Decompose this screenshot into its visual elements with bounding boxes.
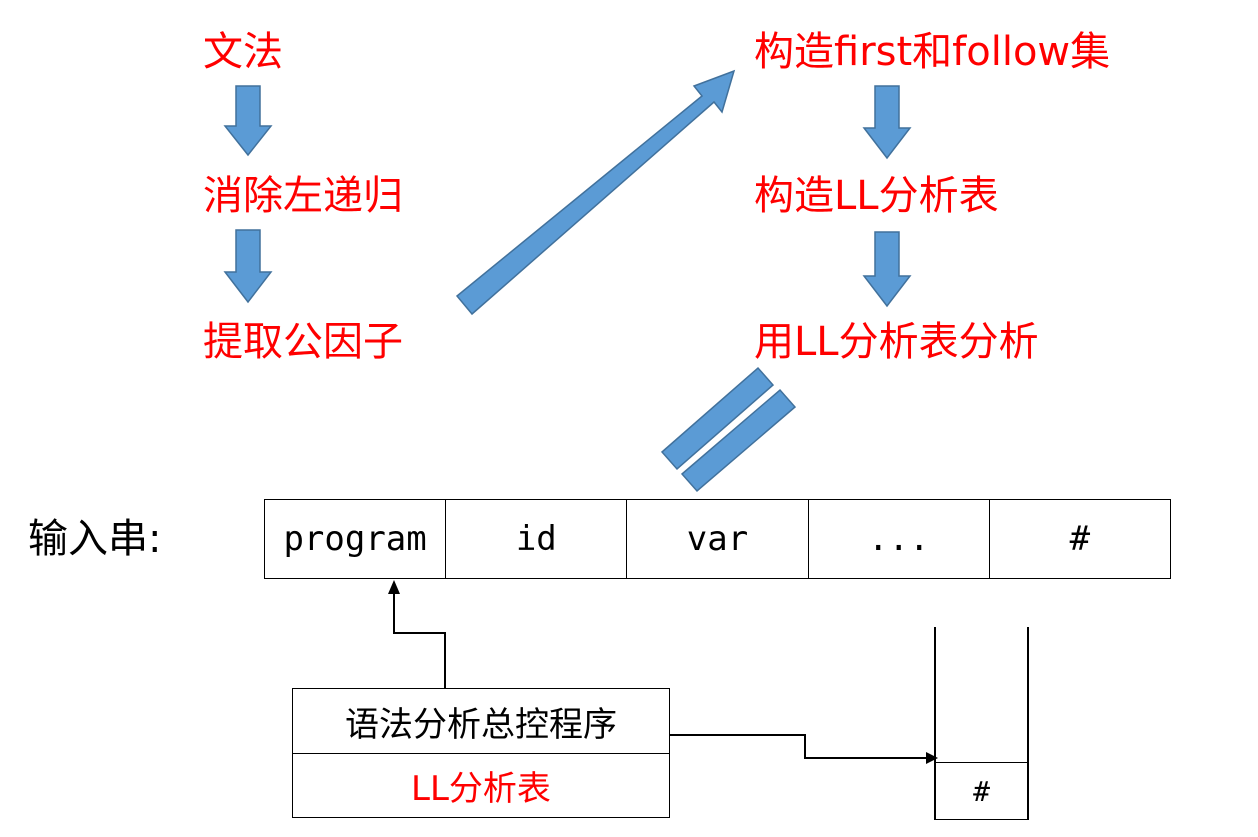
step-build-ll-table: 构造LL分析表 [754, 173, 999, 219]
down-arrow-recursion-to-factor [223, 229, 273, 304]
step-extract-common-factor: 提取公因子 [203, 319, 403, 365]
stack-connector-line [670, 734, 928, 759]
stack-bottom-cell: # [935, 762, 1028, 820]
down-arrow-grammar-to-recursion [223, 85, 273, 157]
input-tape: program id var ... # [264, 499, 1171, 579]
tape-cell: # [988, 500, 1170, 578]
down-arrow-firstfollow-to-table [862, 85, 912, 160]
parser-controller-box: 语法分析总控程序 LL分析表 [292, 688, 670, 818]
read-pointer-line [393, 592, 446, 688]
step-build-first-follow: 构造first和follow集 [754, 29, 1111, 75]
step-eliminate-left-recursion: 消除左递归 [203, 173, 403, 219]
down-arrow-table-to-analyze [862, 231, 912, 308]
diagonal-arrow-factor-to-firstfollow [455, 69, 736, 316]
controller-table-label: LL分析表 [411, 769, 551, 809]
tape-cell: program [283, 519, 427, 559]
input-string-label: 输入串: [28, 516, 162, 562]
tape-cell: var [626, 500, 807, 578]
step-grammar: 文法 [203, 29, 283, 75]
controller-title: 语法分析总控程序 [293, 689, 669, 754]
tape-cell: id [445, 500, 626, 578]
step-analyze-with-table: 用LL分析表分析 [754, 319, 1039, 365]
read-pointer-arrowhead [388, 580, 400, 594]
tape-cell: ... [807, 500, 989, 578]
